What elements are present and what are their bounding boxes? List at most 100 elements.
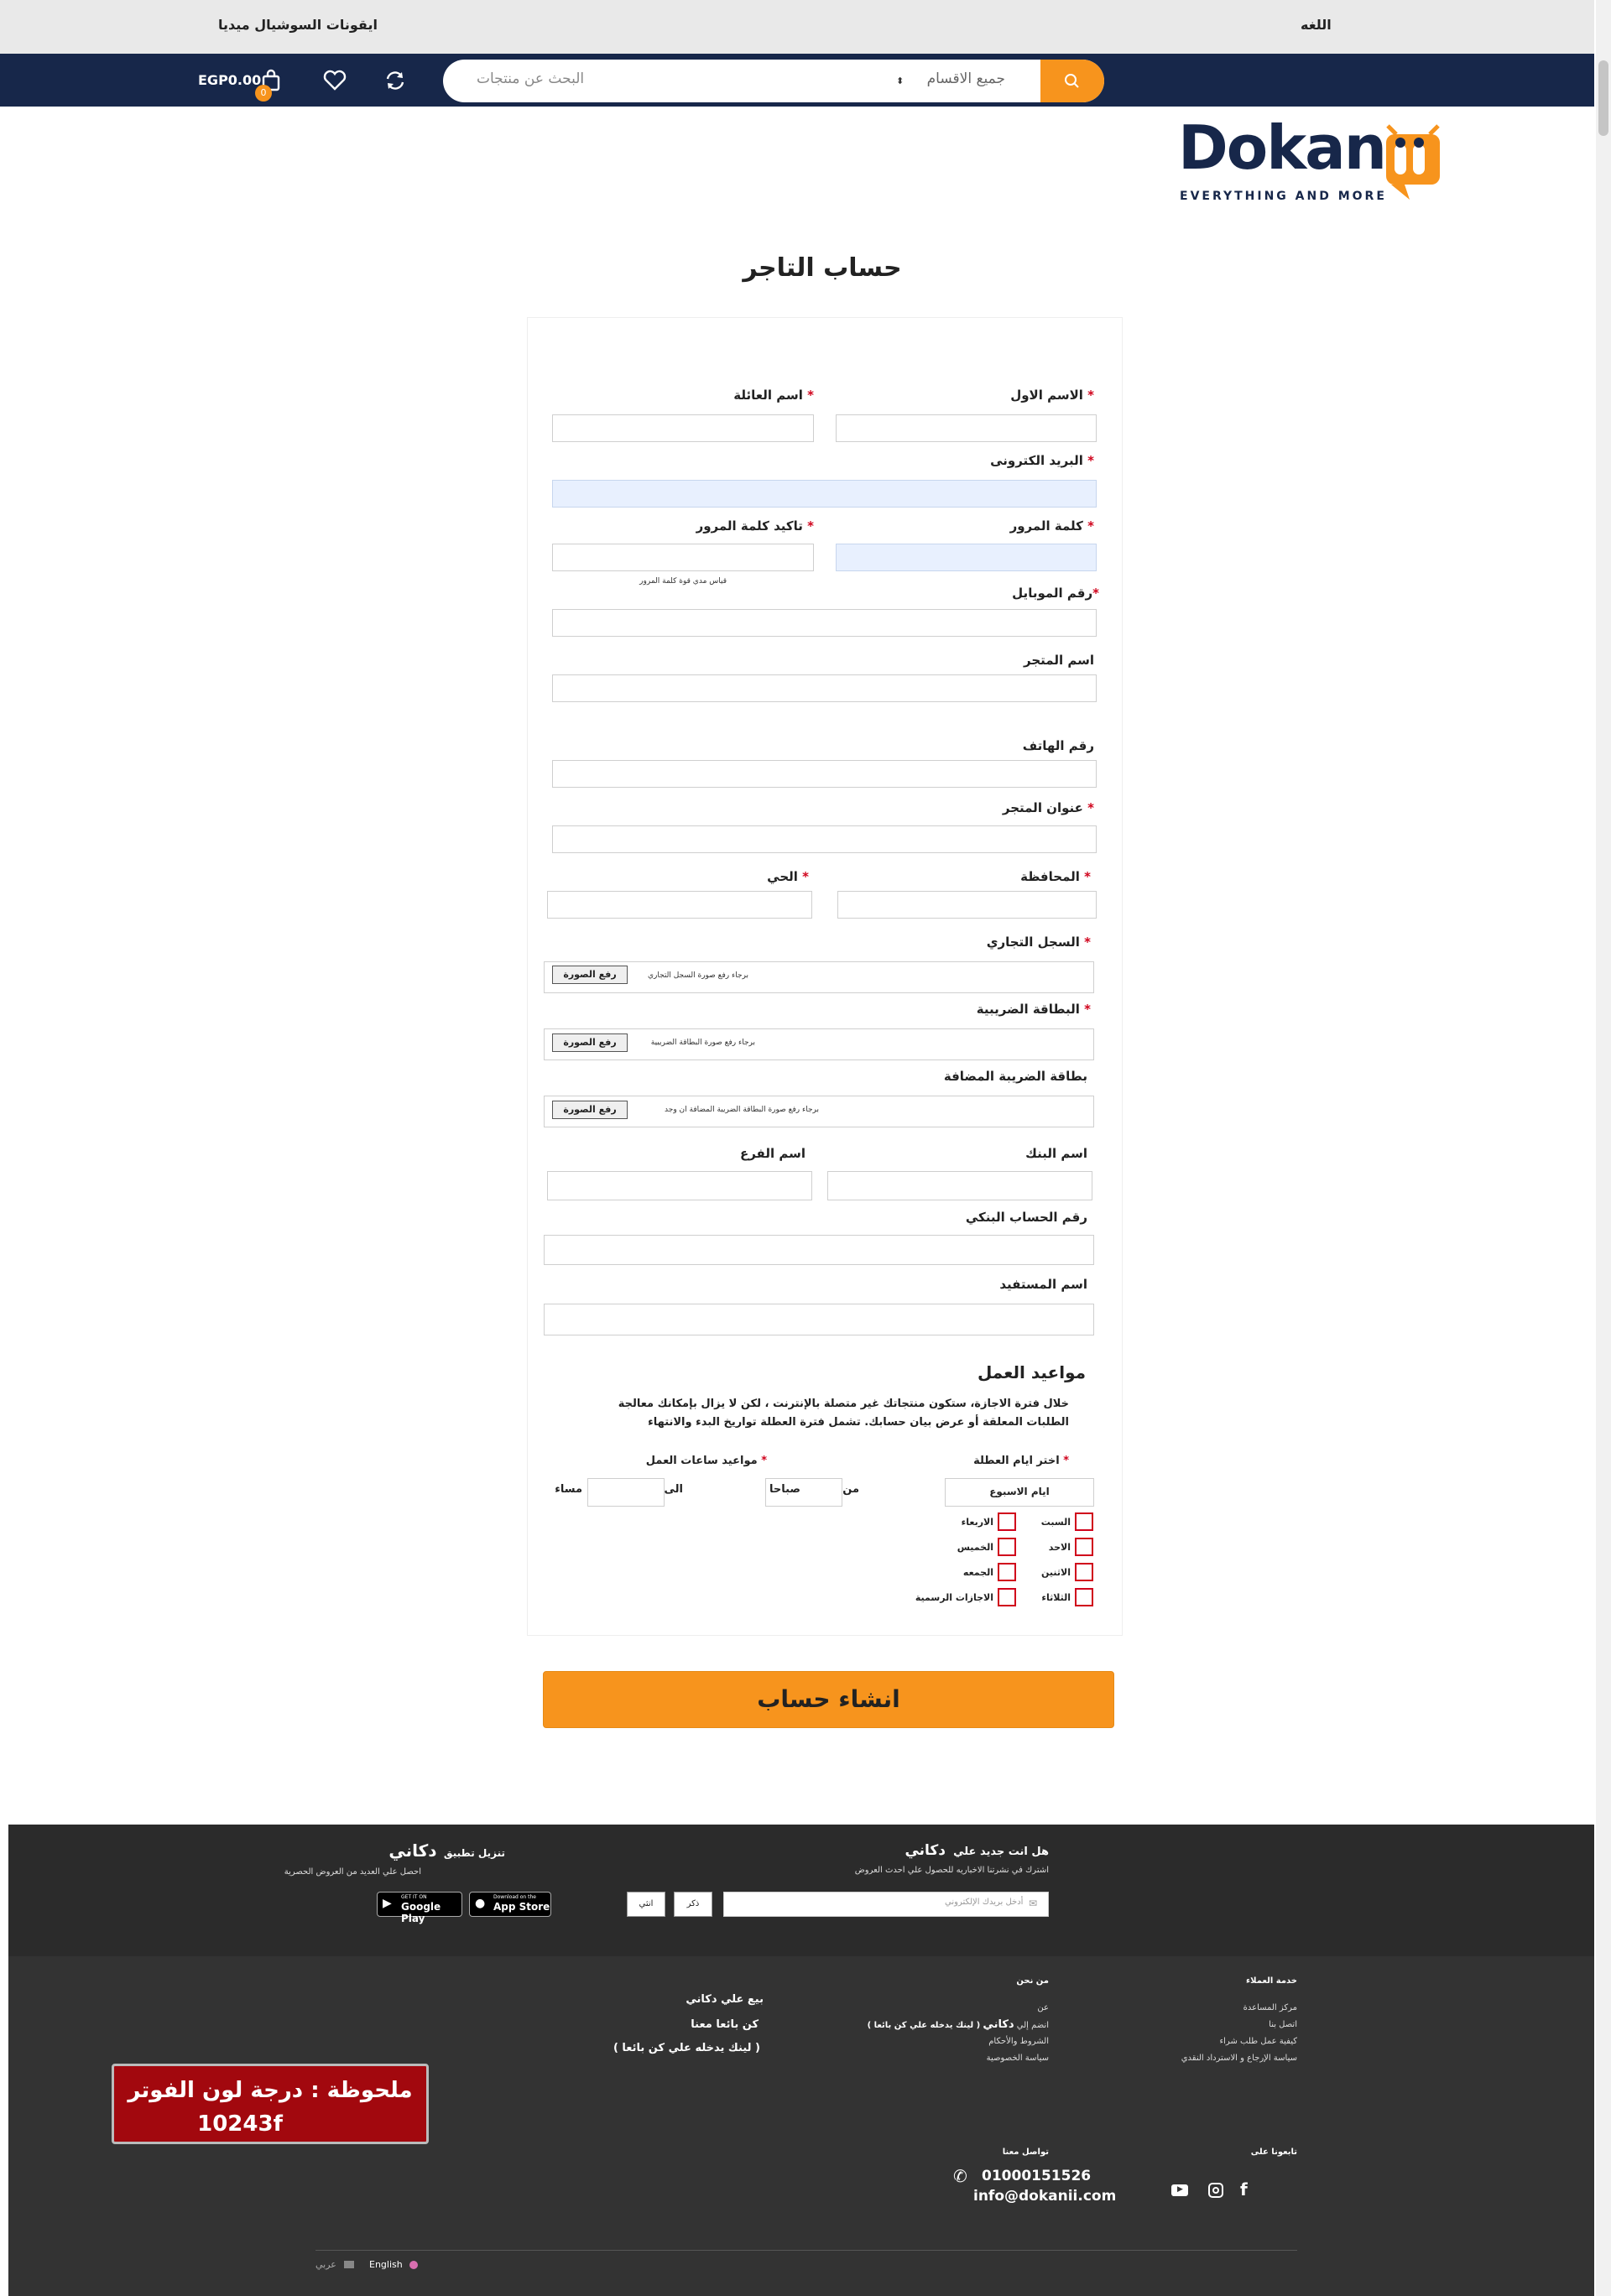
mobile-input[interactable] — [552, 609, 1097, 637]
holiday-checkbox-tuesday[interactable] — [1075, 1588, 1093, 1606]
phone-input[interactable] — [552, 760, 1097, 788]
create-account-button[interactable]: انشاء حساب — [543, 1671, 1114, 1728]
logo-mark-icon — [1386, 124, 1440, 200]
holiday-label-official-holidays: الاجازات الرسمية — [915, 1592, 993, 1603]
password-strength-meter: قياس مدي قوة كلمة المرور — [639, 577, 727, 586]
page-scrollbar[interactable] — [1596, 0, 1611, 2296]
about-link-privacy[interactable]: سياسة الخصوصية — [987, 2054, 1049, 2063]
holiday-checkbox-official-holidays[interactable] — [998, 1588, 1016, 1606]
pm-label: مساء — [555, 1483, 582, 1496]
youtube-icon[interactable]: ▶ — [1171, 2184, 1188, 2196]
tax-card-hint: برجاء رفع صورة البطاقة الضريبية — [650, 1039, 755, 1047]
customer-service-title: خدمة العملاء — [1246, 1976, 1297, 1986]
holiday-checkbox-saturday[interactable] — [1075, 1512, 1093, 1531]
newsletter-subtitle: اشترك في نشرتنا الاخباريه للحصول علي احد… — [854, 1866, 1049, 1875]
about-link-about[interactable]: عن — [1037, 2003, 1049, 2012]
to-time-input[interactable] — [587, 1478, 665, 1507]
language-label[interactable]: اللغه — [1301, 17, 1332, 33]
phone-label: رقم الهاتف — [1022, 738, 1094, 753]
governorate-input[interactable] — [837, 891, 1097, 919]
facebook-icon[interactable]: f — [1240, 2179, 1248, 2200]
customer-service-link-contact[interactable]: اتصل بنا — [1269, 2020, 1297, 2029]
beneficiary-label: اسم المستفيد — [999, 1277, 1087, 1292]
working-hours-description-1: خلال فترة الاجازة، ستكون منتجاتك غير متص… — [618, 1398, 1069, 1410]
store-address-label: * عنوان المتجر — [1002, 800, 1094, 815]
search-button[interactable] — [1040, 60, 1104, 102]
tax-card-label: * البطاقة الضريبية — [976, 1002, 1091, 1017]
instagram-icon[interactable] — [1208, 2183, 1223, 2198]
footer-newsletter-section — [8, 1825, 1594, 1956]
commercial-register-upload-button[interactable]: رفع الصورة — [552, 966, 628, 984]
contact-phone[interactable]: 01000151526 — [982, 2168, 1091, 2184]
cart-total[interactable]: EGP0.00 — [198, 72, 261, 88]
customer-service-link-help[interactable]: مركز المساعدة — [1243, 2003, 1297, 2012]
last-name-input[interactable] — [552, 414, 814, 442]
password-input[interactable] — [836, 544, 1097, 571]
sell-title[interactable]: بيع علي دكاني — [686, 1993, 764, 2006]
social-media-label: ايقونات السوشيال ميديا — [218, 17, 378, 33]
category-select-label[interactable]: جميع الاقسام — [896, 70, 1005, 87]
newsletter-email-placeholder: أدخل بريدك الإلكتروني — [945, 1898, 1024, 1907]
page-title: حساب التاجر — [743, 253, 902, 283]
vat-card-upload-button[interactable]: رفع الصورة — [552, 1101, 628, 1119]
holiday-label-monday: الاثنين — [1041, 1567, 1071, 1578]
mail-icon: ✉ — [1029, 1898, 1038, 1909]
footer-color-note: ملحوظة : درجة لون الفوتر 10243f — [112, 2064, 429, 2144]
working-hours-description-2: الطلبات المعلقة أو عرض بيان حسابك. تشمل … — [648, 1416, 1069, 1429]
male-button[interactable]: ذكر — [674, 1892, 712, 1917]
commercial-register-label: * السجل التجاري — [986, 935, 1091, 950]
holiday-checkbox-monday[interactable] — [1075, 1563, 1093, 1581]
last-name-label: * اسم العائلة — [733, 388, 814, 403]
holiday-label-thursday: الخميس — [957, 1542, 993, 1553]
customer-service-link-returns[interactable]: سياسة الإرجاع و الاسترداد النقدي — [1181, 2054, 1297, 2063]
bank-name-label: اسم البنك — [1025, 1146, 1087, 1161]
confirm-password-input[interactable] — [552, 544, 814, 571]
store-name-input[interactable] — [552, 674, 1097, 702]
holidays-label: * اختر ايام العطلة — [973, 1455, 1069, 1467]
email-label: * البريد الكترونى — [990, 453, 1094, 468]
dokanii-logo[interactable]: Dokan EVERYTHING AND MORE — [1178, 117, 1447, 210]
sell-link[interactable]: كن بائعا معنا — [691, 2018, 759, 2031]
vat-card-label: بطاقة الضريبة المضافة — [943, 1069, 1087, 1084]
about-link-terms[interactable]: الشروط والأحكام — [988, 2037, 1049, 2046]
district-input[interactable] — [547, 891, 812, 919]
bank-name-input[interactable] — [827, 1171, 1092, 1200]
logo-brand-text: Dokan — [1178, 112, 1387, 183]
working-hours-title: مواعيد العمل — [977, 1362, 1086, 1382]
contact-email[interactable]: info@dokanii.com — [973, 2188, 1116, 2205]
first-name-label: * الاسم الاول — [1010, 388, 1094, 403]
beneficiary-input[interactable] — [544, 1304, 1094, 1335]
holiday-label-friday: الجمعه — [962, 1567, 993, 1578]
email-input[interactable] — [552, 480, 1097, 508]
wishlist-icon[interactable] — [323, 70, 347, 95]
store-address-input[interactable] — [552, 825, 1097, 853]
holiday-label-wednesday: الاربعاء — [961, 1517, 993, 1528]
holiday-checkbox-sunday[interactable] — [1075, 1538, 1093, 1556]
holiday-checkbox-wednesday[interactable] — [998, 1512, 1016, 1531]
branch-name-input[interactable] — [547, 1171, 812, 1200]
app-download-title: تنزيل تطبيق دكاني — [388, 1840, 505, 1861]
holiday-checkbox-friday[interactable] — [998, 1563, 1016, 1581]
bank-account-input[interactable] — [544, 1235, 1094, 1265]
app-store-button[interactable]: ● Download on the App Store — [469, 1892, 551, 1917]
female-button[interactable]: انثي — [627, 1892, 665, 1917]
arabic-flag-icon — [344, 2261, 354, 2268]
follow-us-title: تابعونا على — [1250, 2148, 1297, 2157]
am-label: صباحا — [769, 1483, 800, 1496]
google-play-button[interactable]: ▶ GET IT ON Google Play — [377, 1892, 462, 1924]
phone-icon: ✆ — [953, 2166, 967, 2186]
holiday-label-sunday: الاحد — [1048, 1542, 1071, 1553]
mobile-label: *رقم الموبايل — [1012, 586, 1099, 601]
about-link-join[interactable]: انضم إلي دكاني ( لينك يدخله علي كن بائعا… — [868, 2018, 1049, 2031]
holiday-checkbox-thursday[interactable] — [998, 1538, 1016, 1556]
search-input[interactable]: البحث عن منتجات — [477, 70, 584, 87]
tax-card-upload-button[interactable]: رفع الصورة — [552, 1033, 628, 1052]
search-bar: البحث عن منتجات ⬍ جميع الاقسام — [443, 60, 1104, 102]
customer-service-link-order[interactable]: كيفية عمل طلب شراء — [1219, 2037, 1297, 2046]
first-name-input[interactable] — [836, 414, 1097, 442]
language-arabic[interactable]: عربي — [315, 2259, 336, 2270]
scrollbar-thumb[interactable] — [1598, 60, 1608, 136]
compare-icon[interactable] — [384, 70, 406, 95]
note-line-1: ملحوظة : درجة لون الفوتر — [128, 2078, 413, 2103]
language-english[interactable]: English — [369, 2259, 403, 2270]
